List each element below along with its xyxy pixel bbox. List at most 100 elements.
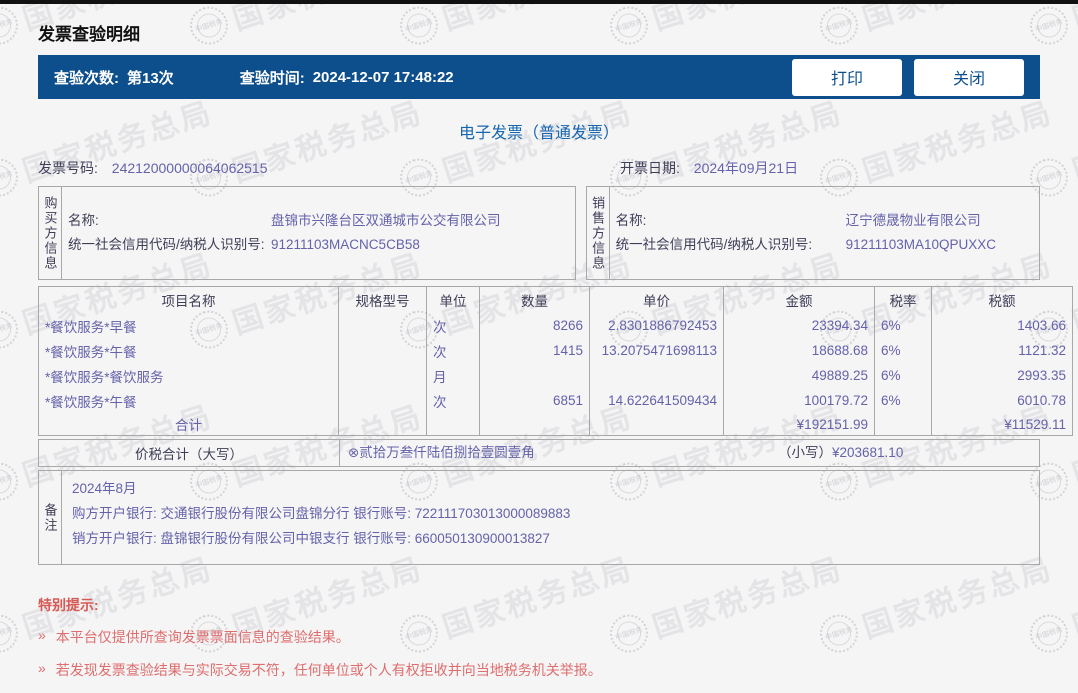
item-tax: 2993.35 xyxy=(931,363,1073,388)
print-button[interactable]: 打印 xyxy=(792,58,902,96)
total-label: 合计 xyxy=(38,413,339,436)
table-row: *餐饮服务*午餐 次 1415 13.2075471698113 18688.6… xyxy=(38,338,1073,363)
item-name: *餐饮服务*午餐 xyxy=(38,388,339,413)
grand-total-small-value: ¥203681.10 xyxy=(832,445,904,460)
buyer-taxid-label: 统一社会信用代码/纳税人识别号: xyxy=(68,237,265,252)
notice-bullet-icon: » xyxy=(38,627,46,643)
item-unit: 次 xyxy=(426,313,480,338)
item-unit: 次 xyxy=(426,388,480,413)
item-price xyxy=(589,363,724,388)
total-rate-empty xyxy=(874,413,932,436)
invoice-date-value: 2024年09月21日 xyxy=(693,160,799,176)
item-amount: 23394.34 xyxy=(723,313,875,338)
total-tax: ¥11529.11 xyxy=(931,413,1073,436)
item-tax-rate: 6% xyxy=(874,363,932,388)
remarks-body: 2024年8月 购方开户银行: 交通银行股份有限公司盘锦分行 银行账号: 722… xyxy=(62,471,1039,564)
header-spec: 规格型号 xyxy=(338,286,427,313)
header-price: 单价 xyxy=(589,286,724,313)
item-price: 2.8301886792453 xyxy=(589,313,724,338)
item-tax: 1121.32 xyxy=(931,338,1073,363)
grand-total-label: 价税合计（大写） xyxy=(39,440,340,466)
remarks-panel-label: 备注 xyxy=(39,471,62,564)
item-tax-rate: 6% xyxy=(874,313,932,338)
check-info-toolbar: 查验次数: 第13次 查验时间: 2024-12-07 17:48:22 打印 … xyxy=(38,55,1040,99)
seller-taxid-row: 统一社会信用代码/纳税人识别号: 91211103MA10QPUXXC xyxy=(616,233,1039,257)
grand-total-words: ⊗贰拾万叁仟陆佰捌拾壹圆壹角 xyxy=(348,445,535,460)
table-row: *餐饮服务*午餐 次 6851 14.622641509434 100179.7… xyxy=(38,388,1073,413)
item-spec xyxy=(338,313,427,338)
item-spec xyxy=(338,388,427,413)
total-amount: ¥192151.99 xyxy=(723,413,875,436)
invoice-type-title: 电子发票（普通发票） xyxy=(458,125,619,142)
item-amount: 100179.72 xyxy=(723,388,875,413)
check-time-label: 查验时间: xyxy=(239,69,305,87)
header-unit: 单位 xyxy=(426,286,480,313)
buyer-taxid-row: 统一社会信用代码/纳税人识别号: 91211103MACNC5CB58 xyxy=(68,233,575,257)
check-count-label: 查验次数: xyxy=(54,69,119,87)
item-qty xyxy=(479,363,590,388)
item-unit: 月 xyxy=(426,363,480,388)
check-count-group: 查验次数: 第13次 xyxy=(54,67,174,88)
page-title: 发票查验明细 xyxy=(38,25,140,44)
seller-taxid-label: 统一社会信用代码/纳税人识别号: xyxy=(615,237,813,252)
item-spec xyxy=(338,338,427,363)
item-tax-rate: 6% xyxy=(874,388,932,413)
invoice-number-value: 24212000000064062515 xyxy=(111,160,268,176)
seller-panel-label: 销售方信息 xyxy=(587,187,610,279)
invoice-items-table: 项目名称 规格型号 单位 数量 单价 金额 税率 税额 *餐饮服务*早餐 次 8… xyxy=(38,286,1073,436)
invoice-check-page: 发票查验明细 查验次数: 第13次 查验时间: 2024-12-07 17:48… xyxy=(0,4,1078,693)
notice-item-text: 若发现发票查验结果与实际交易不符，任何单位或个人有权拒收并向当地税务机关举报。 xyxy=(55,662,602,678)
party-info-row: 购买方信息 名称: 盘锦市兴隆台区双通城市公交有限公司 统一社会信用代码/纳税人… xyxy=(38,186,1040,280)
notice-item: » 若发现发票查验结果与实际交易不符，任何单位或个人有权拒收并向当地税务机关举报… xyxy=(38,660,1040,680)
item-tax-rate: 6% xyxy=(874,338,932,363)
seller-taxid-value: 91211103MA10QPUXXC xyxy=(845,237,996,252)
header-tax-rate: 税率 xyxy=(874,286,932,313)
buyer-info-body: 名称: 盘锦市兴隆台区双通城市公交有限公司 统一社会信用代码/纳税人识别号: 9… xyxy=(62,187,575,279)
check-time-value: 2024-12-07 17:48:22 xyxy=(312,68,454,86)
close-button[interactable]: 关闭 xyxy=(914,58,1024,96)
item-name: *餐饮服务*早餐 xyxy=(38,313,339,338)
grand-total-body: ⊗贰拾万叁仟陆佰捌拾壹圆壹角 （小写） ¥203681.10 xyxy=(340,440,1039,466)
header-tax: 税额 xyxy=(931,286,1073,313)
grand-total-row: 价税合计（大写） ⊗贰拾万叁仟陆佰捌拾壹圆壹角 （小写） ¥203681.10 xyxy=(38,439,1040,467)
header-item-name: 项目名称 xyxy=(38,286,339,313)
notice-item-text: 本平台仅提供所查询发票票面信息的查验结果。 xyxy=(55,629,350,645)
seller-info-box: 销售方信息 名称: 辽宁德晟物业有限公司 统一社会信用代码/纳税人识别号: 91… xyxy=(585,186,1040,280)
item-tax: 1403.66 xyxy=(931,313,1073,338)
remark-line: 2024年8月 xyxy=(72,481,137,496)
buyer-info-box: 购买方信息 名称: 盘锦市兴隆台区双通城市公交有限公司 统一社会信用代码/纳税人… xyxy=(38,186,576,280)
remark-line: 销方开户银行: 盘锦银行股份有限公司中银支行 银行账号: 66005013090… xyxy=(72,531,550,546)
top-border-bar xyxy=(0,0,1078,4)
grand-total-small-label: （小写） xyxy=(778,445,832,460)
total-price-empty xyxy=(589,413,724,436)
remark-line: 购方开户银行: 交通银行股份有限公司盘锦分行 银行账号: 72211170301… xyxy=(72,506,571,521)
header-qty: 数量 xyxy=(479,286,590,313)
table-row: *餐饮服务*早餐 次 8266 2.8301886792453 23394.34… xyxy=(38,313,1073,338)
seller-name-label: 名称: xyxy=(615,213,647,228)
item-price: 14.622641509434 xyxy=(589,388,724,413)
buyer-name-value: 盘锦市兴隆台区双通城市公交有限公司 xyxy=(271,213,501,228)
buyer-taxid-value: 91211103MACNC5CB58 xyxy=(271,237,420,252)
invoice-date-group: 开票日期: 2024年09月21日 xyxy=(620,158,798,178)
item-qty: 8266 xyxy=(479,313,590,338)
item-unit: 次 xyxy=(426,338,480,363)
items-header-row: 项目名称 规格型号 单位 数量 单价 金额 税率 税额 xyxy=(38,286,1073,313)
total-spec-empty xyxy=(338,413,427,436)
item-amount: 49889.25 xyxy=(723,363,875,388)
special-notice: 特别提示: » 本平台仅提供所查询发票票面信息的查验结果。 » 若发现发票查验结… xyxy=(38,595,1040,680)
check-time-group: 查验时间: 2024-12-07 17:48:22 xyxy=(240,67,454,88)
item-qty: 1415 xyxy=(479,338,590,363)
special-notice-title: 特别提示: xyxy=(38,597,99,613)
item-qty: 6851 xyxy=(479,388,590,413)
buyer-name-row: 名称: 盘锦市兴隆台区双通城市公交有限公司 xyxy=(68,209,575,233)
notice-item: » 本平台仅提供所查询发票票面信息的查验结果。 xyxy=(38,627,1040,647)
item-price: 13.2075471698113 xyxy=(589,338,724,363)
seller-name-value: 辽宁德晟物业有限公司 xyxy=(845,213,981,228)
item-name: *餐饮服务*午餐 xyxy=(38,338,339,363)
invoice-number-row: 发票号码: 24212000000064062515 开票日期: 2024年09… xyxy=(38,158,1040,180)
total-unit-empty xyxy=(426,413,480,436)
seller-info-body: 名称: 辽宁德晟物业有限公司 统一社会信用代码/纳税人识别号: 91211103… xyxy=(610,187,1039,279)
seller-name-row: 名称: 辽宁德晟物业有限公司 xyxy=(616,209,1039,233)
invoice-number-label: 发票号码: xyxy=(38,160,98,176)
check-count-value: 第13次 xyxy=(127,69,174,87)
